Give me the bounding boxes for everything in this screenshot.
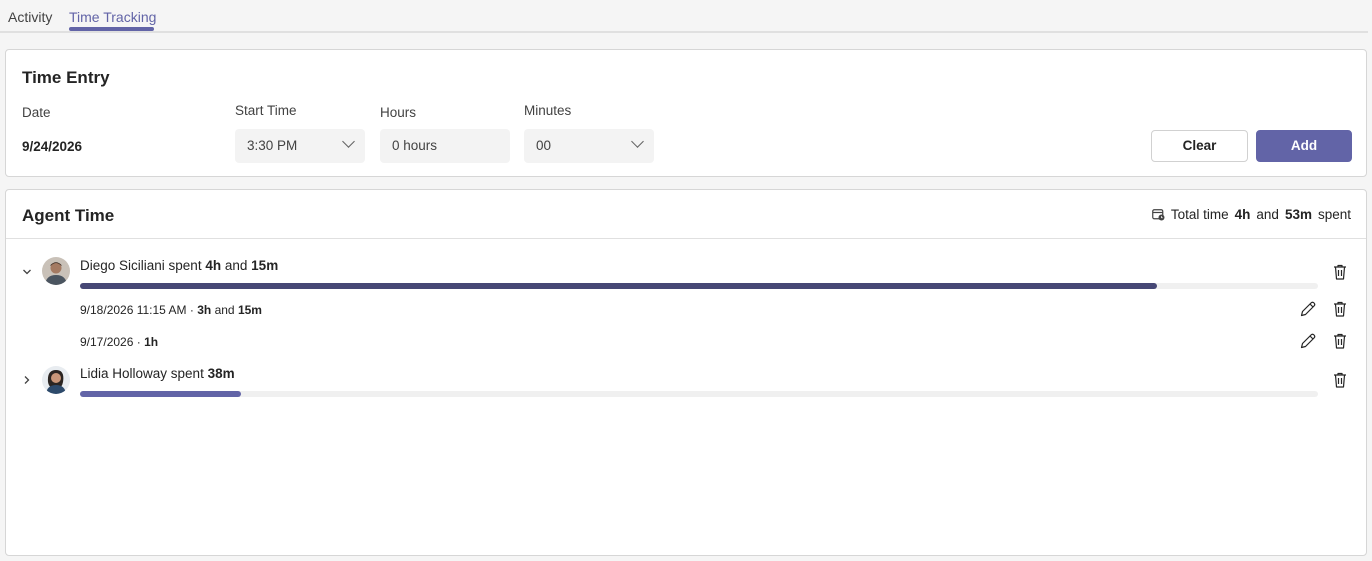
agent-time-title: Agent Time [22,206,115,225]
chevron-down-icon [631,135,644,148]
start-time-dropdown[interactable]: 3:30 PM [235,129,365,163]
entry-datetime: 9/18/2026 11:15 AM [80,303,187,317]
edit-icon[interactable] [1298,331,1318,351]
tab-activity[interactable]: Activity [8,9,52,25]
start-time-value: 3:30 PM [247,138,298,153]
delete-icon[interactable] [1330,331,1350,351]
hours-label: Hours [380,105,417,120]
chevron-down-icon [342,135,355,148]
minutes-dropdown[interactable]: 00 [524,129,654,163]
agent-progress-fill [80,283,1158,289]
time-entry-card: Time Entry Date 9/24/2026 Start Time 3:3… [5,49,1367,177]
agent-time-card: Agent Time Total time 4h and 53m spent D… [5,189,1367,556]
active-tab-indicator [69,27,154,31]
agent-progress-track [80,283,1318,289]
agent-progress-track [80,391,1318,397]
add-button[interactable]: Add [1256,130,1352,162]
total-time-summary: Total time 4h and 53m spent [1152,207,1351,222]
agent-progress-fill [80,391,241,397]
chevron-right-icon[interactable] [20,373,34,387]
agent-summary: Diego Siciliani spent 4h and 15m [80,258,278,273]
start-time-label: Start Time [235,103,297,118]
total-minutes: 53m [1284,207,1312,222]
total-suffix: spent [1317,207,1351,222]
date-value[interactable]: 9/24/2026 [22,139,82,154]
avatar-image [42,366,70,394]
entry-separator: · [136,335,141,349]
hours-placeholder: 0 hours [392,138,438,153]
total-hours: 4h [1234,207,1251,222]
avatar [42,257,70,285]
time-entry-row: 9/17/2026 · 1h [80,335,158,349]
entry-separator: · [189,303,194,317]
entry-hours: 3h [197,303,212,317]
avatar-image [42,257,70,285]
agent-minutes: 38m [207,366,235,381]
total-prefix: Total time [1170,207,1229,222]
entry-and: and [214,303,235,317]
time-entry-title: Time Entry [22,68,110,87]
delete-icon[interactable] [1330,370,1350,390]
agent-and: and [224,258,248,273]
agent-name-spent: Lidia Holloway spent [80,366,204,381]
avatar [42,366,70,394]
date-label: Date [22,105,51,120]
agent-minutes: 15m [251,258,279,273]
agent-name-spent: Diego Siciliani spent [80,258,202,273]
tab-time-tracking[interactable]: Time Tracking [69,9,156,25]
delete-icon[interactable] [1330,262,1350,282]
clear-button[interactable]: Clear [1151,130,1248,162]
delete-icon[interactable] [1330,299,1350,319]
edit-icon[interactable] [1298,299,1318,319]
chevron-down-icon[interactable] [20,265,34,279]
entry-datetime: 9/17/2026 [80,335,134,349]
hours-input[interactable]: 0 hours [380,129,510,163]
agent-summary: Lidia Holloway spent 38m [80,366,235,381]
agent-hours: 4h [205,258,222,273]
total-and: and [1256,207,1279,222]
entry-minutes: 15m [237,303,262,317]
minutes-value: 00 [536,138,552,153]
minutes-label: Minutes [524,103,572,118]
calendar-clock-icon [1152,209,1165,221]
divider [6,238,1366,239]
tab-bar: Activity Time Tracking [0,0,1368,33]
entry-hours: 1h [144,335,159,349]
time-entry-row: 9/18/2026 11:15 AM · 3h and 15m [80,303,262,317]
